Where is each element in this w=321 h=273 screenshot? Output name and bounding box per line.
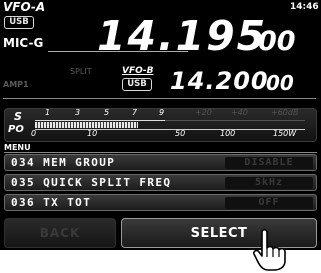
po-scale-label: 150W — [273, 129, 297, 138]
s-meter-label: S — [14, 110, 22, 123]
menu-item-value: DISABLE — [225, 157, 313, 169]
meter-panel: S PO 1 3 5 7 9 +20 +40 +60dB 0 10 50 100… — [4, 108, 317, 142]
sub-frequency-fraction: 00 — [266, 71, 294, 95]
back-button-label: BACK — [39, 226, 81, 240]
s-scale-label: 5 — [104, 108, 110, 117]
po-meter-label: PO — [8, 124, 24, 135]
mic-gain-label: MIC-G — [3, 36, 44, 50]
s-scale-label: +40 — [231, 108, 248, 117]
po-meter-fill — [35, 122, 138, 128]
mode-badge-sub: USB — [122, 78, 152, 91]
select-button-label: SELECT — [190, 225, 248, 241]
po-meter-track — [35, 122, 305, 128]
s-scale-label: +20 — [195, 108, 212, 117]
vfo-a-label: VFO-A — [3, 0, 46, 14]
main-frequency-fraction: 00 — [258, 26, 296, 57]
po-scale-label: 50 — [175, 129, 186, 138]
mic-gain-line — [48, 51, 188, 52]
sub-frequency: 14.200 — [170, 67, 269, 95]
split-label: SPLIT — [70, 67, 92, 76]
menu-title: MENU — [4, 143, 31, 152]
vfo-b-label: VFO-B — [122, 66, 154, 76]
amp-label: AMP1 — [3, 80, 29, 89]
s-scale-label: 3 — [75, 108, 81, 117]
s-scale-line-over — [165, 120, 305, 121]
po-scale-label: 10 — [87, 129, 98, 138]
s-scale-line — [35, 120, 165, 121]
mode-badge-main: USB — [4, 16, 34, 29]
menu-divider — [4, 152, 317, 153]
menu-item-name: 035 QUICK SPLIT FREQ — [11, 176, 172, 189]
po-scale-line — [35, 129, 305, 130]
menu-item-value: OFF — [225, 197, 313, 209]
menu-item[interactable]: 034 MEM GROUP DISABLE — [4, 154, 317, 171]
menu-item-value: 5kHz — [225, 177, 313, 189]
back-button[interactable]: BACK — [4, 218, 116, 248]
hand-pointer-icon — [253, 228, 286, 271]
divider — [3, 98, 316, 99]
s-scale-label: +60dB — [271, 108, 299, 117]
s-scale-label: 1 — [45, 108, 51, 117]
s-scale-label: 7 — [132, 108, 138, 117]
po-scale-label: 0 — [31, 129, 37, 138]
menu-item[interactable]: 036 TX TOT OFF — [4, 194, 317, 211]
s-scale-label: 9 — [159, 108, 165, 117]
menu-item-name: 034 MEM GROUP — [11, 156, 116, 169]
po-scale-label: 100 — [220, 129, 236, 138]
radio-display: VFO-A 14:46 USB 14.195 00 MIC-G AMP1 SPL… — [0, 0, 321, 250]
menu-item[interactable]: 035 QUICK SPLIT FREQ 5kHz — [4, 174, 317, 191]
menu-item-name: 036 TX TOT — [11, 196, 92, 209]
clock: 14:46 — [290, 2, 319, 12]
main-frequency: 14.195 — [97, 12, 268, 60]
